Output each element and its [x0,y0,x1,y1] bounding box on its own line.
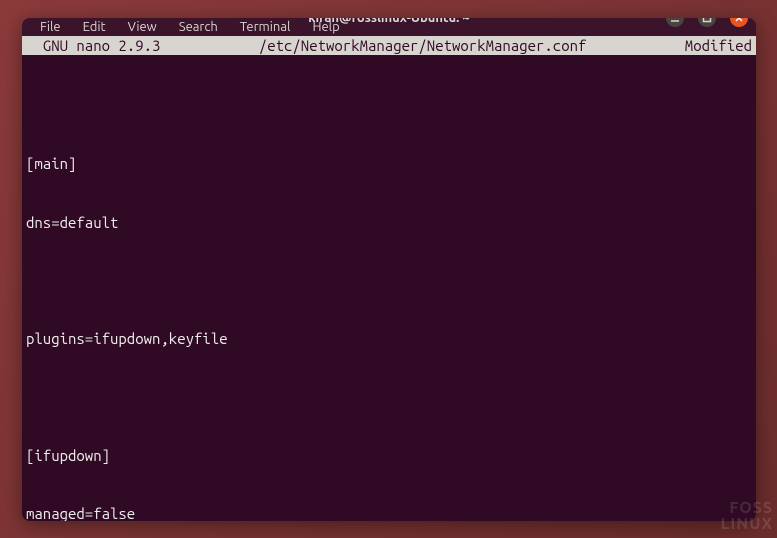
minimize-button[interactable] [666,18,684,27]
menu-view[interactable]: View [118,18,167,36]
nano-header: GNU nano 2.9.3 /etc/NetworkManager/Netwo… [22,36,756,55]
menu-edit[interactable]: Edit [73,18,116,36]
window-controls [666,18,748,27]
editor-line: dns=default [26,213,752,233]
menu-file[interactable]: File [30,18,71,36]
maximize-button[interactable] [698,18,716,27]
nano-modified-status: Modified [685,36,752,56]
menu-terminal[interactable]: Terminal [230,18,301,36]
watermark-line1: FOSS [721,500,773,516]
minimize-icon [670,18,680,23]
terminal-window: kiran@fosslinux-Ubuntu: ~ File Edit View… [22,18,756,521]
maximize-icon [702,18,712,23]
close-button[interactable] [730,18,748,27]
editor-line: managed=false [26,504,752,521]
editor-line: [main] [26,154,752,174]
close-icon [734,18,744,23]
nano-app-name: GNU nano 2.9.3 [26,36,160,56]
editor-line [26,271,752,290]
editor-line: plugins=ifupdown,keyfile [26,329,752,349]
watermark: FOSS LINUX [721,500,773,532]
nano-file-path: /etc/NetworkManager/NetworkManager.conf [160,36,684,56]
editor-line [26,388,752,407]
menu-search[interactable]: Search [169,18,228,36]
editor-content[interactable]: [main] dns=default plugins=ifupdown,keyf… [22,55,756,521]
window-title: kiran@fosslinux-Ubuntu: ~ [308,18,470,25]
watermark-line2: LINUX [721,516,773,532]
editor-line [26,96,752,115]
terminal-area[interactable]: GNU nano 2.9.3 /etc/NetworkManager/Netwo… [22,36,756,521]
editor-line: [ifupdown] [26,446,752,466]
